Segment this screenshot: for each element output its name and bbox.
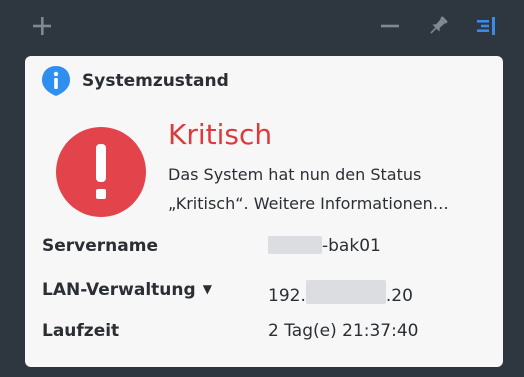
redacted-hostname <box>268 236 322 254</box>
servername-value: -bak01 <box>268 236 381 256</box>
plus-icon <box>33 17 51 35</box>
pin-button[interactable] <box>424 12 452 40</box>
redacted-ip <box>305 280 386 304</box>
system-health-widget: Systemzustand Kritisch Das System hat nu… <box>25 56 503 367</box>
info-icon <box>42 66 70 96</box>
panel-toggle-icon <box>477 17 495 35</box>
minimize-button[interactable] <box>376 12 404 40</box>
lan-dropdown[interactable]: LAN-Verwaltung ▼ <box>42 280 212 300</box>
add-widget-button[interactable] <box>28 12 56 40</box>
servername-row: Servername -bak01 <box>42 236 482 260</box>
uptime-value: 2 Tag(e) 21:37:40 <box>268 321 419 341</box>
widget-toolbar <box>0 0 524 52</box>
widget-header: Systemzustand <box>25 56 503 106</box>
caret-down-icon: ▼ <box>202 282 212 296</box>
servername-label: Servername <box>42 236 158 256</box>
lan-value: 192. .20 <box>268 280 413 306</box>
status-description[interactable]: Das System hat nun den Status „Kritisch“… <box>168 160 498 218</box>
lan-ip-suffix: .20 <box>385 286 413 306</box>
lan-ip-prefix: 192. <box>268 286 306 306</box>
pin-icon <box>430 16 448 34</box>
minus-icon <box>381 24 399 28</box>
exclamation-icon <box>56 127 146 217</box>
lan-row: LAN-Verwaltung ▼ 192. .20 <box>42 280 482 306</box>
uptime-row: Laufzeit 2 Tag(e) 21:37:40 <box>42 321 482 345</box>
uptime-label: Laufzeit <box>42 321 120 341</box>
widget-title: Systemzustand <box>82 71 229 91</box>
lan-label: LAN-Verwaltung <box>42 280 196 300</box>
status-title: Kritisch <box>168 118 273 151</box>
servername-suffix: -bak01 <box>322 236 381 256</box>
panel-toggle-button[interactable] <box>472 12 500 40</box>
